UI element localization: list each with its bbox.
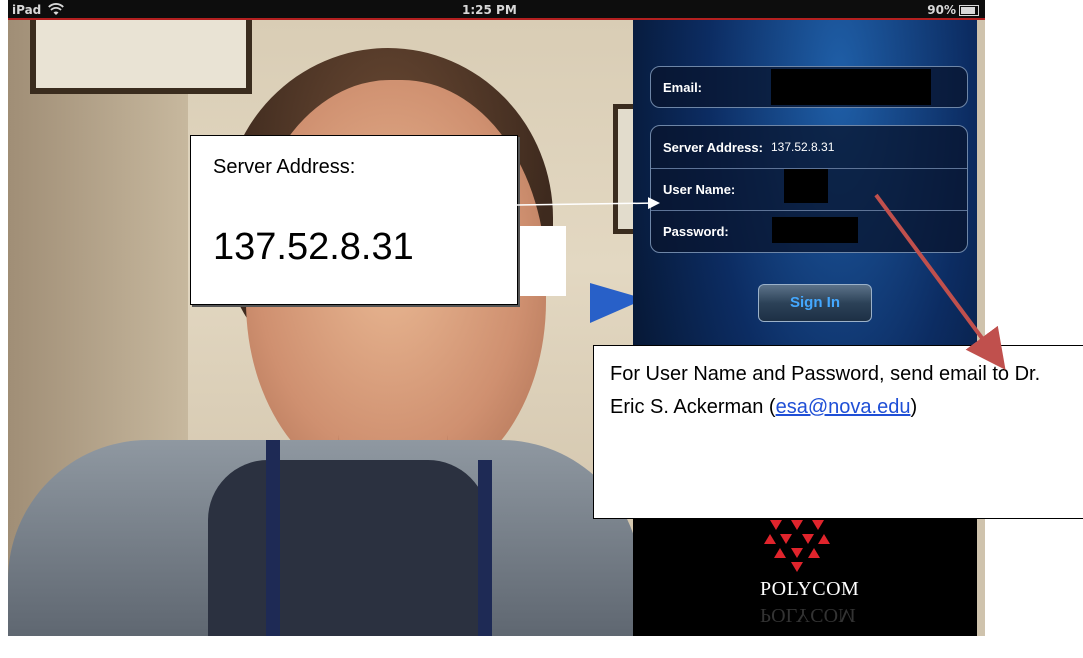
callout-server-value: 137.52.8.31 bbox=[213, 226, 414, 268]
username-label: User Name: bbox=[663, 181, 736, 197]
battery-icon bbox=[959, 4, 979, 16]
callout-server-label: Server Address: bbox=[213, 156, 356, 178]
password-label: Password: bbox=[663, 223, 729, 239]
carrier-label: iPad bbox=[12, 3, 42, 17]
lanyard-right bbox=[478, 460, 492, 636]
person-shirt-inner bbox=[208, 460, 488, 636]
wall-frame bbox=[30, 20, 252, 94]
polycom-wordmark-reflection: POLYCOM bbox=[760, 604, 856, 626]
credentials-callout: For User Name and Password, send email t… bbox=[593, 345, 1083, 519]
password-field[interactable] bbox=[772, 217, 858, 243]
polycom-wordmark: POLYCOM bbox=[760, 578, 860, 600]
battery-status: 90% bbox=[927, 3, 979, 17]
email-link[interactable]: esa@nova.edu bbox=[776, 396, 911, 418]
server-address-row[interactable]: Server Address: 137.52.8.31 bbox=[651, 126, 967, 169]
credentials-text: For User Name and Password, send email t… bbox=[610, 358, 1070, 424]
credentials-text-after: ) bbox=[910, 396, 918, 418]
polycom-logo-icon bbox=[762, 516, 832, 576]
email-label: Email: bbox=[663, 79, 703, 95]
status-bar: iPad 1:25 PM 90% bbox=[8, 0, 985, 20]
email-field[interactable] bbox=[771, 69, 931, 105]
lanyard-left bbox=[266, 440, 280, 636]
username-field[interactable] bbox=[784, 169, 828, 203]
server-address-callout: Server Address: 137.52.8.31 bbox=[190, 135, 518, 305]
server-address-field[interactable]: 137.52.8.31 bbox=[771, 140, 834, 154]
battery-percent: 90% bbox=[927, 3, 956, 17]
sign-in-button[interactable]: Sign In bbox=[758, 284, 872, 322]
status-time: 1:25 PM bbox=[462, 3, 517, 17]
camera-preview bbox=[8, 20, 641, 636]
wifi-icon bbox=[48, 2, 64, 19]
server-address-label: Server Address: bbox=[663, 139, 763, 155]
